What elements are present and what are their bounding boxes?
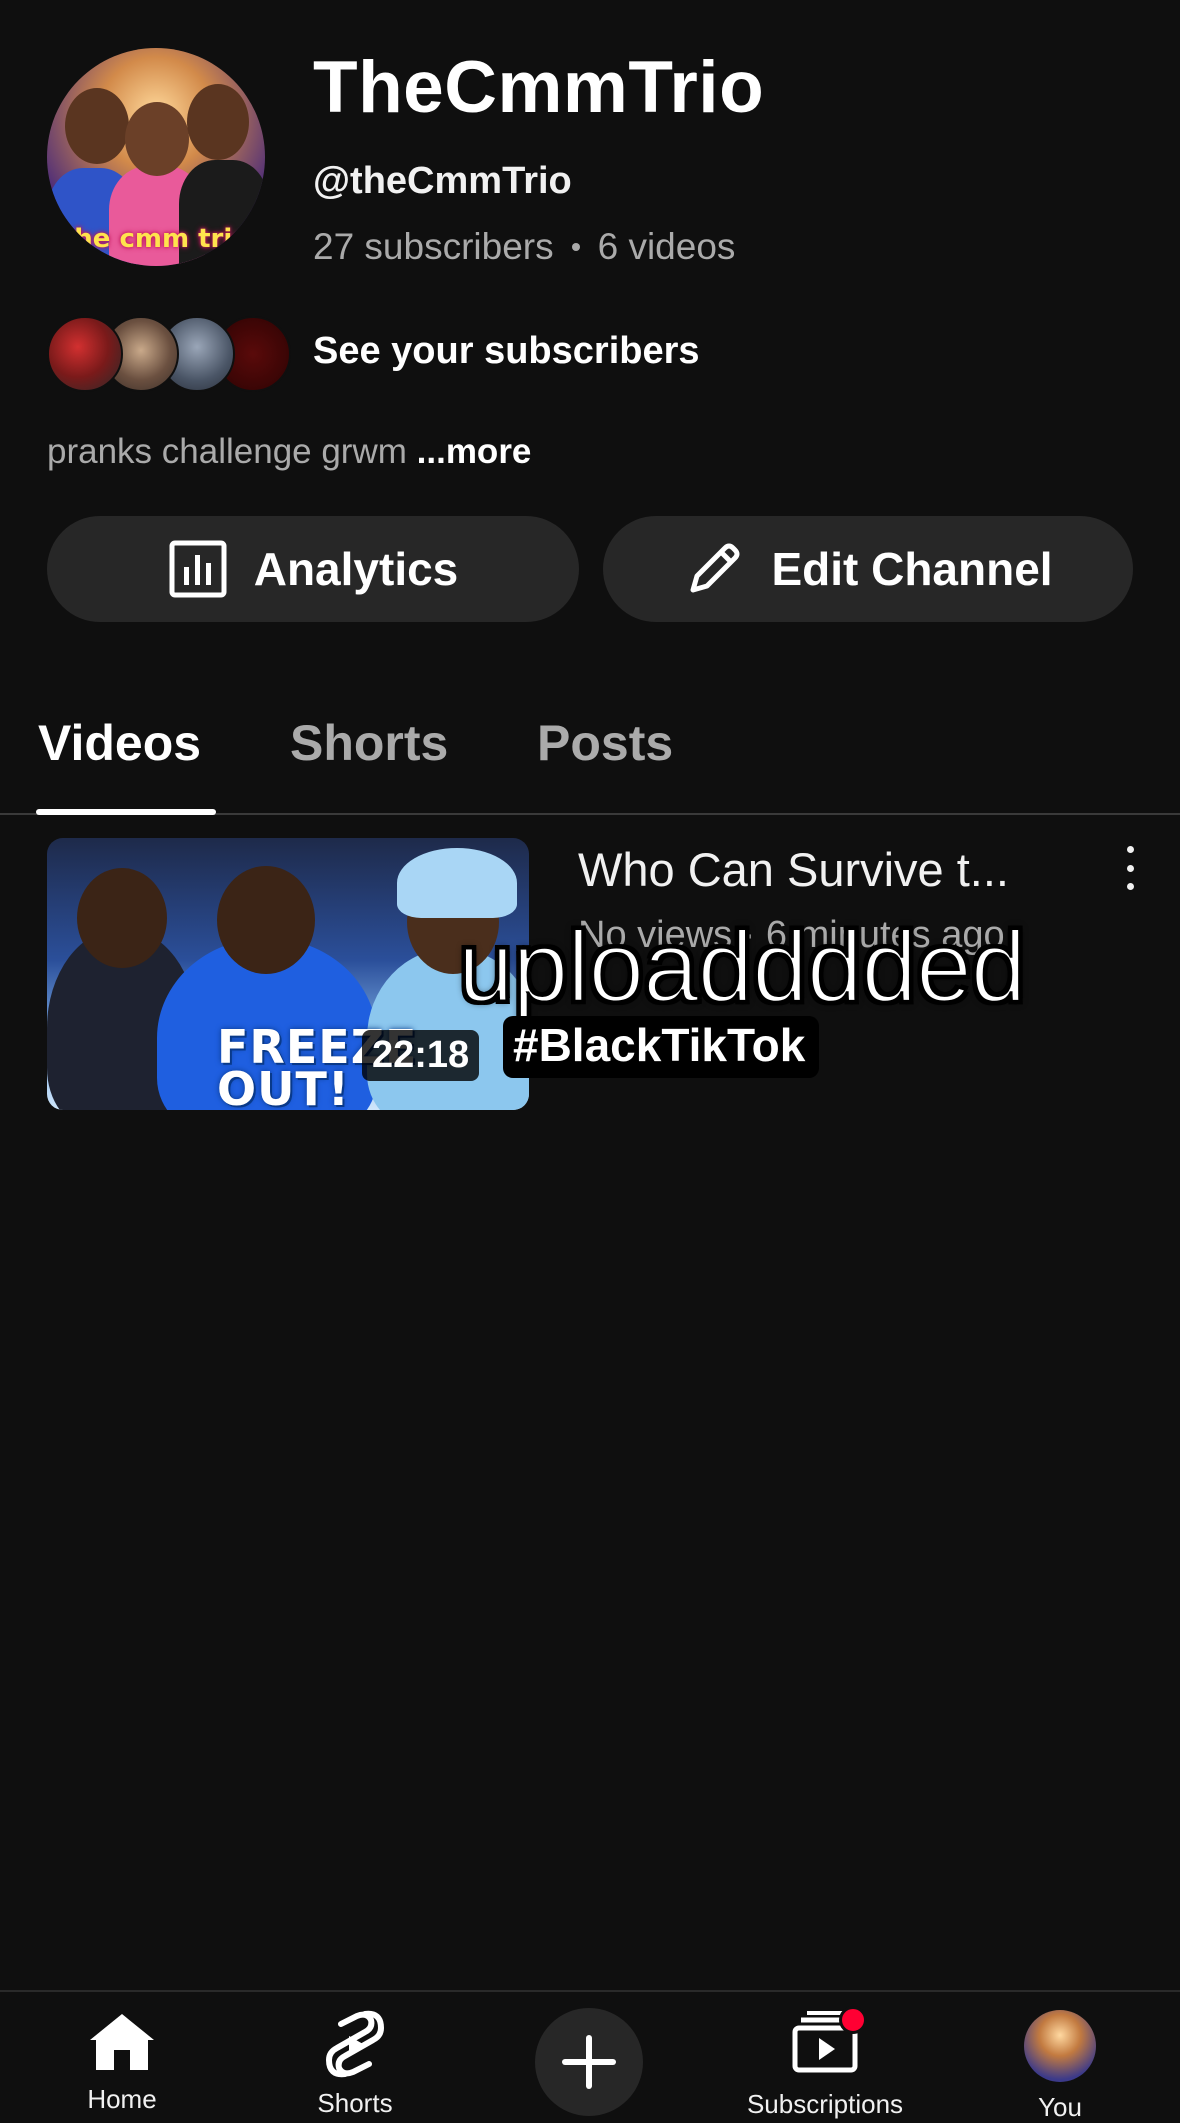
channel-description[interactable]: pranks challenge grwm ...more — [47, 432, 531, 472]
tab-shorts[interactable]: Shorts — [290, 714, 448, 772]
video-duration: 22:18 — [362, 1030, 480, 1081]
see-subscribers-link[interactable]: See your subscribers — [313, 330, 700, 373]
edit-channel-label: Edit Channel — [771, 543, 1053, 595]
plus-icon — [562, 2035, 616, 2089]
nav-shorts-label: Shorts — [317, 2088, 393, 2118]
shorts-icon — [325, 2010, 385, 2078]
analytics-icon — [169, 540, 227, 598]
overlay-hashtag: #BlackTikTok — [503, 1016, 820, 1078]
more-link[interactable]: ...more — [417, 432, 532, 471]
channel-avatar[interactable]: the cmm trio — [47, 48, 265, 266]
nav-subscriptions[interactable]: Subscriptions — [715, 2006, 935, 2120]
nav-home[interactable]: Home — [72, 2010, 172, 2115]
channel-stats: 27 subscribers 6 videos — [313, 226, 735, 268]
you-avatar — [1024, 2010, 1096, 2082]
analytics-button[interactable]: Analytics — [47, 516, 579, 622]
home-icon — [90, 2014, 154, 2070]
subscriber-avatars[interactable] — [47, 314, 291, 392]
analytics-label: Analytics — [253, 543, 459, 595]
description-text: pranks challenge grwm — [47, 432, 407, 471]
subscriber-avatar — [47, 316, 123, 392]
nav-subscriptions-label: Subscriptions — [746, 2089, 904, 2119]
pencil-icon — [690, 543, 740, 593]
video-count: 6 videos — [597, 226, 736, 267]
nav-you[interactable]: You — [1010, 2010, 1110, 2123]
avatar-logo-text: the cmm trio — [61, 224, 251, 254]
overlay-caption: uploadddded — [456, 911, 1027, 1024]
channel-name: TheCmmTrio — [313, 47, 765, 128]
separator-dot — [571, 243, 580, 251]
more-options-icon[interactable] — [1120, 846, 1140, 890]
subscriptions-icon — [789, 2006, 867, 2079]
nav-shorts[interactable]: Shorts — [305, 2010, 405, 2119]
edit-channel-button[interactable]: Edit Channel — [603, 516, 1133, 622]
channel-handle: @theCmmTrio — [313, 160, 572, 202]
subscriber-count: 27 subscribers — [313, 226, 554, 267]
video-title[interactable]: Who Can Survive t... — [578, 842, 1098, 897]
tab-videos[interactable]: Videos — [38, 714, 201, 772]
notification-dot — [839, 2006, 867, 2034]
nav-you-label: You — [1038, 2092, 1082, 2122]
create-button[interactable] — [535, 2008, 643, 2116]
channel-tabs: Videos Shorts Posts — [0, 700, 1180, 815]
nav-home-label: Home — [87, 2084, 157, 2114]
active-tab-indicator — [36, 809, 216, 815]
tab-posts[interactable]: Posts — [537, 714, 673, 772]
